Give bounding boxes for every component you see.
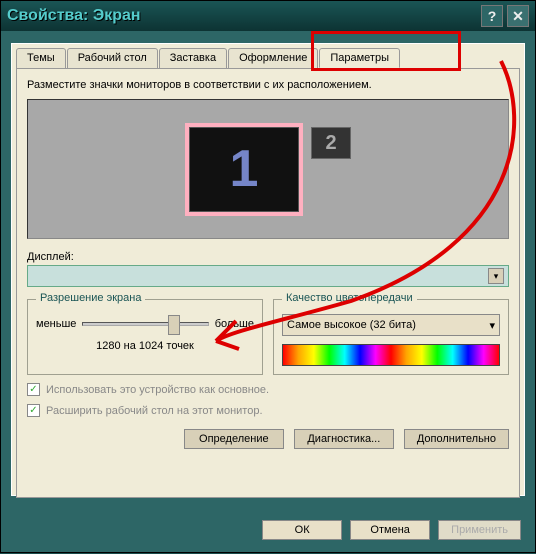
apply-button: Применить — [438, 520, 521, 540]
settings-panel: Разместите значки мониторов в соответств… — [16, 68, 520, 498]
monitor-1-wrap[interactable]: 1 — [185, 123, 303, 216]
resolution-group: Разрешение экрана меньше больше 1280 на … — [27, 299, 263, 375]
resolution-slider[interactable] — [82, 322, 208, 326]
tab-desktop[interactable]: Рабочий стол — [67, 48, 158, 68]
close-button[interactable]: ✕ — [507, 5, 529, 27]
checkbox-primary-row: ✓ Использовать это устройство как основн… — [27, 383, 509, 396]
cancel-button[interactable]: Отмена — [350, 520, 430, 540]
monitor-1[interactable]: 1 — [189, 127, 299, 212]
resolution-title: Разрешение экрана — [36, 292, 145, 304]
advanced-button[interactable]: Дополнительно — [404, 429, 509, 449]
window-title: Свойства: Экран — [7, 7, 477, 25]
ok-button[interactable]: ОК — [262, 520, 342, 540]
tab-settings[interactable]: Параметры — [319, 48, 400, 68]
quality-value: Самое высокое (32 бита) — [287, 319, 489, 331]
checkbox-primary: ✓ — [27, 383, 40, 396]
monitor-arrangement[interactable]: 1 2 — [27, 99, 509, 239]
resolution-less: меньше — [36, 318, 76, 330]
color-preview — [282, 344, 500, 366]
display-label: Дисплей: — [27, 251, 509, 263]
slider-thumb[interactable] — [168, 315, 180, 335]
monitor-2[interactable]: 2 — [311, 127, 351, 159]
resolution-value: 1280 на 1024 точек — [36, 340, 254, 352]
checkbox-extend-row: ✓ Расширить рабочий стол на этот монитор… — [27, 404, 509, 417]
quality-group: Качество цветопередачи Самое высокое (32… — [273, 299, 509, 375]
display-combo[interactable]: ▾ — [27, 265, 509, 287]
titlebar: Свойства: Экран ? ✕ — [1, 1, 535, 31]
checkbox-extend: ✓ — [27, 404, 40, 417]
properties-window: Свойства: Экран ? ✕ Темы Рабочий стол За… — [0, 0, 536, 553]
chevron-down-icon[interactable]: ▾ — [488, 268, 504, 284]
tab-screensaver[interactable]: Заставка — [159, 48, 227, 68]
identify-button[interactable]: Определение — [184, 429, 284, 449]
checkbox-primary-label: Использовать это устройство как основное… — [46, 384, 269, 396]
quality-title: Качество цветопередачи — [282, 292, 417, 304]
help-button[interactable]: ? — [481, 5, 503, 27]
tabstrip: Темы Рабочий стол Заставка Оформление Па… — [12, 44, 524, 68]
quality-combo[interactable]: Самое высокое (32 бита) ▾ — [282, 314, 500, 336]
tab-themes[interactable]: Темы — [16, 48, 66, 68]
resolution-more: больше — [215, 318, 254, 330]
tab-appearance[interactable]: Оформление — [228, 48, 318, 68]
troubleshoot-button[interactable]: Диагностика... — [294, 429, 394, 449]
chevron-down-icon[interactable]: ▾ — [489, 319, 495, 332]
dialog-buttons: ОК Отмена Применить — [262, 520, 521, 540]
checkbox-extend-label: Расширить рабочий стол на этот монитор. — [46, 405, 263, 417]
instruction-text: Разместите значки мониторов в соответств… — [27, 79, 509, 91]
dialog-content: Темы Рабочий стол Заставка Оформление Па… — [11, 43, 525, 496]
